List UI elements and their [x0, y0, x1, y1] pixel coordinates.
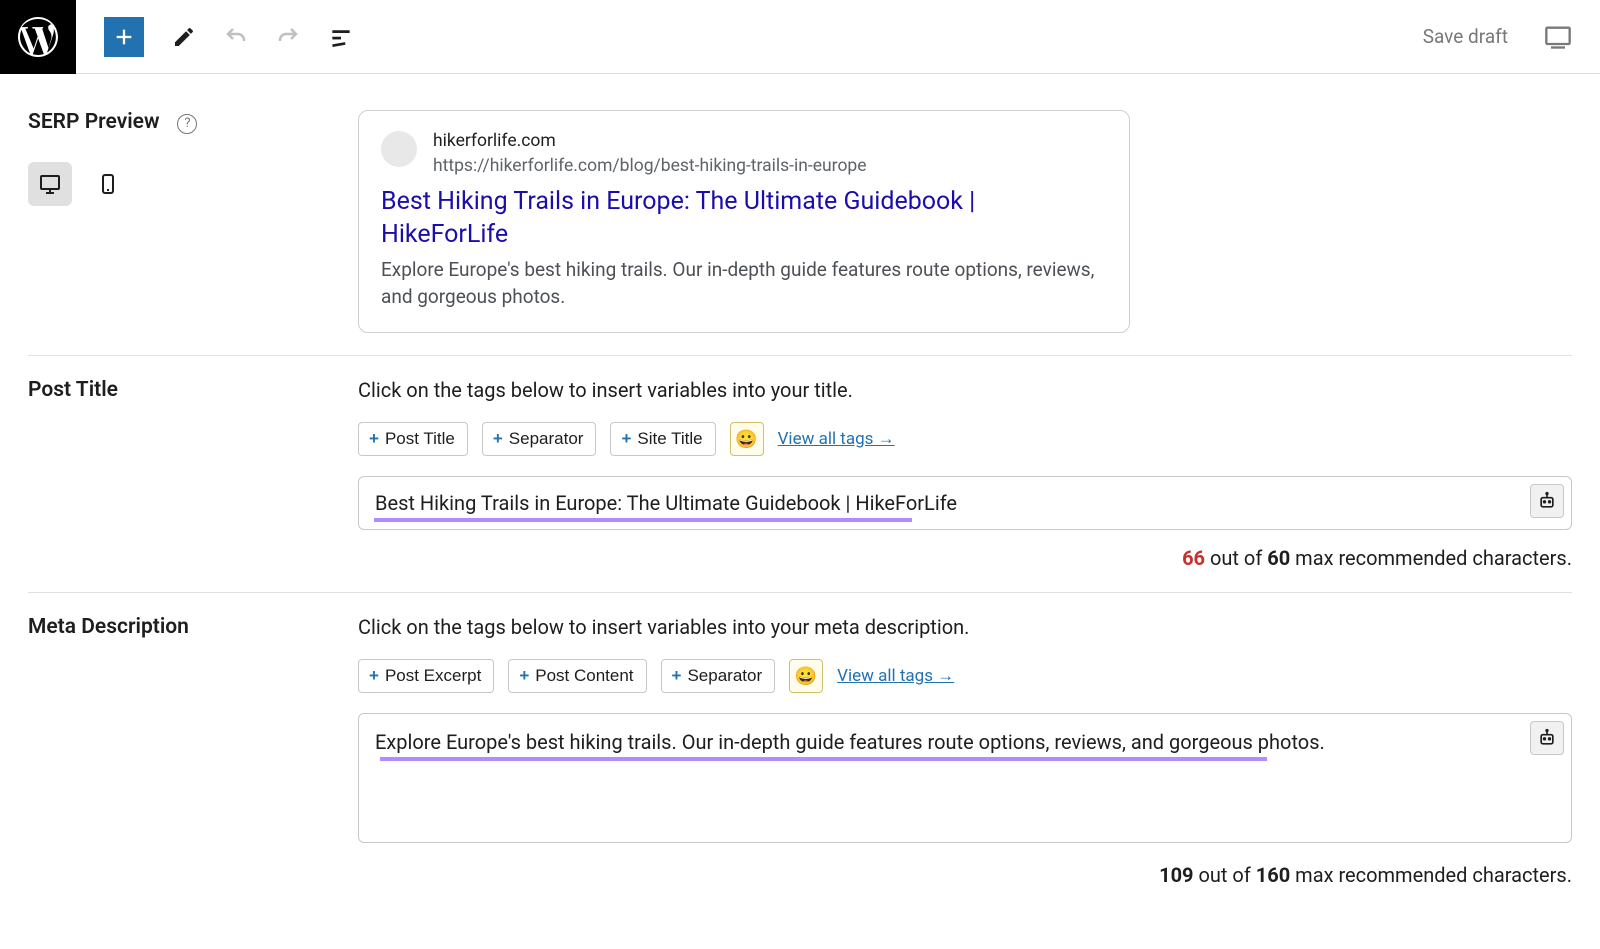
- tag-post-content[interactable]: + Post Content: [508, 659, 646, 693]
- serp-content-col: hikerforlife.com https://hikerforlife.co…: [358, 110, 1572, 333]
- tag-label: Separator: [509, 429, 584, 449]
- plus-icon: +: [369, 666, 379, 686]
- add-block-button[interactable]: [104, 17, 144, 57]
- meta-description-section: Meta Description Click on the tags below…: [28, 593, 1572, 909]
- tag-separator[interactable]: + Separator: [482, 422, 597, 456]
- meta-desc-section-label: Meta Description: [28, 615, 189, 639]
- count-max: 60: [1267, 546, 1290, 570]
- main-content: SERP Preview ? hikerforlife.com https://…: [0, 74, 1600, 949]
- tag-label: Post Content: [535, 666, 633, 686]
- post-title-tags: + Post Title + Separator + Site Title 😀 Vie…: [358, 422, 1572, 456]
- post-title-section-label: Post Title: [28, 378, 118, 402]
- tag-post-title[interactable]: + Post Title: [358, 422, 468, 456]
- post-title-instruction: Click on the tags below to insert variab…: [358, 378, 1572, 402]
- counter-suffix: max recommended characters.: [1290, 863, 1572, 887]
- robot-icon: [1537, 728, 1557, 748]
- count-current: 109: [1159, 863, 1193, 887]
- device-toggle: [28, 162, 358, 206]
- mobile-icon: [96, 172, 120, 196]
- monitor-icon: [38, 172, 62, 196]
- meta-description-input[interactable]: [358, 713, 1572, 843]
- plus-icon: +: [672, 666, 682, 686]
- plus-icon: +: [369, 429, 379, 449]
- plus-icon: +: [621, 429, 631, 449]
- outline-button[interactable]: [328, 24, 354, 50]
- redo-button[interactable]: [276, 25, 300, 49]
- mobile-preview-button[interactable]: [86, 162, 130, 206]
- plus-icon: +: [493, 429, 503, 449]
- meta-desc-instruction: Click on the tags below to insert variab…: [358, 615, 1572, 639]
- wordpress-logo[interactable]: [0, 0, 76, 74]
- serp-domain: hikerforlife.com: [433, 129, 867, 154]
- edit-tool-button[interactable]: [172, 25, 196, 49]
- undo-icon: [224, 25, 248, 49]
- tag-separator-desc[interactable]: +Separator: [661, 659, 776, 693]
- redo-icon: [276, 25, 300, 49]
- count-max: 160: [1256, 863, 1290, 887]
- view-all-tags-link[interactable]: View all tags →: [837, 666, 954, 686]
- post-title-field-wrap: [358, 476, 1572, 530]
- meta-desc-content-col: Click on the tags below to insert variab…: [358, 615, 1572, 887]
- counter-mid: out of: [1194, 863, 1256, 887]
- list-icon: [328, 24, 354, 50]
- post-title-label-col: Post Title: [28, 378, 358, 570]
- serp-description: Explore Europe's best hiking trails. Our…: [381, 257, 1107, 310]
- serp-label-col: SERP Preview ?: [28, 110, 358, 333]
- highlight-underline: [374, 518, 912, 522]
- view-all-tags-link[interactable]: View all tags →: [778, 429, 895, 449]
- plus-icon: [113, 26, 135, 48]
- save-draft-button[interactable]: Save draft: [1423, 25, 1508, 48]
- tag-site-title[interactable]: + Site Title: [610, 422, 715, 456]
- desktop-preview-button[interactable]: [28, 162, 72, 206]
- post-title-content-col: Click on the tags below to insert variab…: [358, 378, 1572, 570]
- wordpress-logo-icon: [18, 17, 58, 57]
- help-icon[interactable]: ?: [177, 114, 197, 134]
- tag-label: Separator: [687, 666, 762, 686]
- tag-label: Site Title: [637, 429, 702, 449]
- serp-section-label: SERP Preview: [28, 110, 159, 134]
- toolbar-left: [76, 17, 382, 57]
- serp-title: Best Hiking Trails in Europe: The Ultima…: [381, 186, 1107, 251]
- highlight-underline: [380, 757, 1267, 761]
- ai-assist-button[interactable]: [1530, 484, 1564, 518]
- serp-header: hikerforlife.com https://hikerforlife.co…: [381, 129, 1107, 178]
- top-toolbar: Save draft: [0, 0, 1600, 74]
- meta-desc-field-wrap: [358, 713, 1572, 847]
- pencil-icon: [172, 25, 196, 49]
- desktop-icon: [1544, 25, 1572, 49]
- plus-icon: +: [519, 666, 529, 686]
- emoji-button[interactable]: 😀: [789, 659, 823, 693]
- count-current: 66: [1182, 546, 1205, 570]
- tag-post-excerpt[interactable]: + Post Excerpt: [358, 659, 494, 693]
- toolbar-right: Save draft: [1423, 25, 1600, 49]
- preview-button[interactable]: [1544, 25, 1572, 49]
- post-title-counter: 66 out of 60 max recommended characters.: [358, 546, 1572, 570]
- serp-url: https://hikerforlife.com/blog/best-hikin…: [433, 154, 867, 179]
- counter-suffix: max recommended characters.: [1290, 546, 1572, 570]
- serp-preview-card: hikerforlife.com https://hikerforlife.co…: [358, 110, 1130, 333]
- undo-button[interactable]: [224, 25, 248, 49]
- emoji-button[interactable]: 😀: [730, 422, 764, 456]
- serp-preview-section: SERP Preview ? hikerforlife.com https://…: [28, 102, 1572, 356]
- tag-label: Post Excerpt: [385, 666, 481, 686]
- counter-mid: out of: [1205, 546, 1267, 570]
- tag-label: Post Title: [385, 429, 455, 449]
- meta-desc-label-col: Meta Description: [28, 615, 358, 887]
- ai-assist-button[interactable]: [1530, 721, 1564, 755]
- post-title-section: Post Title Click on the tags below to in…: [28, 356, 1572, 593]
- serp-favicon: [381, 131, 417, 167]
- robot-icon: [1537, 491, 1557, 511]
- meta-desc-counter: 109 out of 160 max recommended character…: [358, 863, 1572, 887]
- meta-desc-tags: +Post Excerpt +Post Content +Separator 😀…: [358, 659, 1572, 693]
